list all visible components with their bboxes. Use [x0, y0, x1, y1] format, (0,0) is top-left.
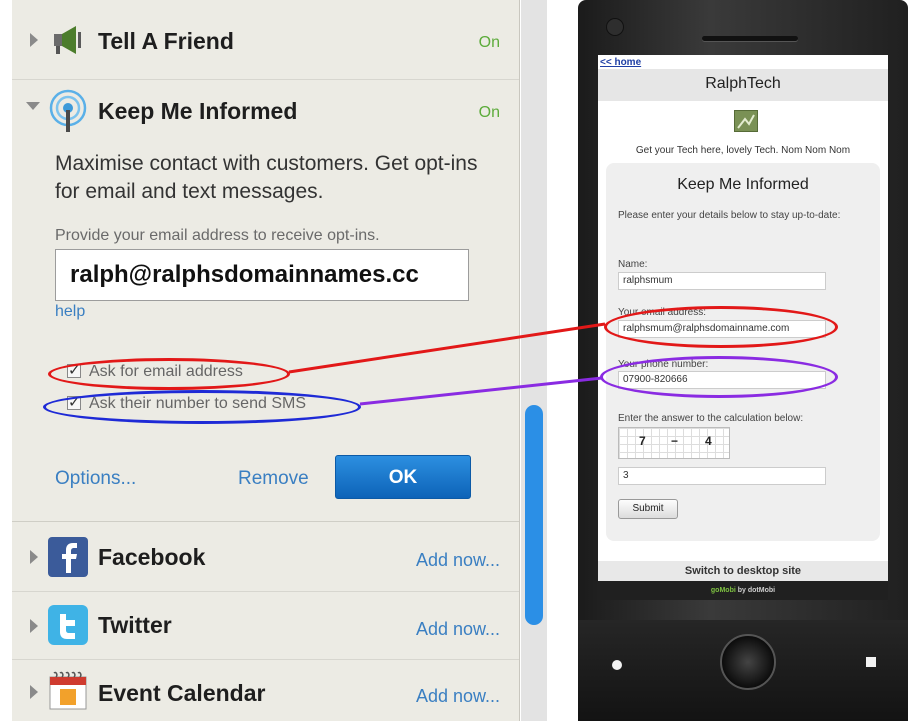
- phone-home-button[interactable]: [720, 634, 776, 690]
- collapse-arrow-icon[interactable]: [26, 102, 40, 110]
- home-link[interactable]: << home: [600, 57, 641, 68]
- options-link[interactable]: Options...: [55, 468, 136, 490]
- expand-arrow-icon[interactable]: [30, 619, 38, 633]
- form-title: Keep Me Informed: [677, 176, 809, 193]
- site-logo-image: [734, 110, 758, 132]
- feature-row-facebook[interactable]: Facebook Add now...: [12, 522, 519, 592]
- status-label: On: [478, 104, 500, 121]
- phone-camera: [606, 18, 624, 36]
- add-now-link[interactable]: Add now...: [416, 686, 500, 707]
- expand-arrow-icon[interactable]: [30, 550, 38, 564]
- form-intro: Please enter your details below to stay …: [618, 210, 841, 221]
- feature-row-event-calendar[interactable]: Event Calendar Add now...: [12, 660, 519, 721]
- antenna-icon: [48, 88, 88, 132]
- ok-button[interactable]: OK: [335, 455, 471, 499]
- name-field[interactable]: ralphsmum: [618, 272, 826, 290]
- name-label: Name:: [618, 259, 648, 270]
- scrollbar-track[interactable]: [521, 0, 547, 721]
- help-link[interactable]: help: [55, 303, 85, 321]
- feature-title: Event Calendar: [98, 680, 266, 706]
- site-tagline: Get your Tech here, lovely Tech. Nom Nom…: [635, 145, 851, 156]
- phone-speaker: [702, 36, 798, 41]
- annotation-sms-ellipse: [43, 390, 361, 424]
- email-hint: Provide your email address to receive op…: [55, 227, 380, 244]
- phone-menu-button[interactable]: [866, 657, 876, 667]
- settings-panel: Tell A Friend On Keep Me Informed On Max…: [12, 0, 520, 721]
- twitter-icon: [48, 605, 88, 645]
- annotation-phone-email-ellipse: [604, 306, 838, 348]
- captcha-image: 7 − 4: [618, 427, 730, 459]
- annotation-email-ellipse: [48, 358, 290, 390]
- facebook-icon: [48, 537, 88, 577]
- feature-title: Twitter: [98, 612, 172, 638]
- feature-row-twitter[interactable]: Twitter Add now...: [12, 592, 519, 660]
- feature-title: Facebook: [98, 544, 206, 570]
- optin-form-card: Keep Me Informed Please enter your detai…: [606, 163, 880, 541]
- megaphone-icon: [48, 20, 88, 60]
- powered-by-footer: goMobi by dotMobi: [598, 581, 888, 600]
- feature-description: Maximise contact with customers. Get opt…: [55, 152, 478, 203]
- expand-arrow-icon[interactable]: [30, 33, 38, 47]
- calendar-icon: [48, 671, 88, 711]
- phone-back-button[interactable]: [612, 660, 622, 670]
- status-label: On: [478, 34, 500, 51]
- remove-link[interactable]: Remove: [238, 468, 309, 490]
- captcha-answer-field[interactable]: 3: [618, 467, 826, 485]
- email-field[interactable]: [55, 249, 469, 301]
- submit-button[interactable]: Submit: [618, 499, 678, 519]
- site-title: RalphTech: [705, 75, 781, 92]
- powered-suffix: by dotMobi: [737, 587, 776, 594]
- captcha-operator: −: [671, 434, 679, 448]
- annotation-phone-number-ellipse: [600, 356, 838, 398]
- captcha-label: Enter the answer to the calculation belo…: [618, 413, 804, 424]
- captcha-left: 7: [639, 434, 646, 448]
- expand-arrow-icon[interactable]: [30, 685, 38, 699]
- feature-row-tell-a-friend[interactable]: Tell A Friend On: [12, 0, 519, 80]
- feature-row-keep-me-informed: Keep Me Informed On Maximise contact wit…: [12, 80, 519, 522]
- feature-title: Keep Me Informed: [98, 98, 298, 124]
- captcha-right: 4: [705, 434, 712, 448]
- feature-title: Tell A Friend: [98, 28, 234, 54]
- scrollbar-thumb[interactable]: [525, 405, 543, 625]
- powered-brand: goMobi: [710, 587, 736, 594]
- switch-desktop-link[interactable]: Switch to desktop site: [598, 561, 888, 581]
- add-now-link[interactable]: Add now...: [416, 550, 500, 571]
- add-now-link[interactable]: Add now...: [416, 619, 500, 640]
